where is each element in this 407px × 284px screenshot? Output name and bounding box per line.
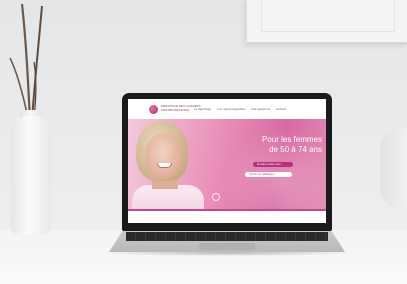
site-nav-links: Le dépistage Les mammographies Vos quest… [194, 107, 286, 111]
nav-link-questions[interactable]: Vos questions [251, 107, 270, 111]
site-logo-icon [149, 105, 158, 114]
hero-title-line-1: Pour les femmes [261, 135, 322, 144]
nav-link-mammographies[interactable]: Les mammographies [217, 107, 245, 111]
vase [11, 116, 51, 234]
scroll-circle-icon[interactable] [212, 193, 220, 201]
picture-frame [245, 0, 407, 45]
hero-portrait [128, 119, 208, 209]
hero-title-line-2: de 50 à 74 ans [269, 145, 322, 154]
nav-link-contact[interactable]: Contact [276, 107, 286, 111]
laptop-screen: DÉPISTAGE DES CANCERS CENTRE RÉGIONAL Le… [128, 99, 326, 223]
secondary-cta-button[interactable]: Trouver un radiologue › [245, 172, 292, 177]
picture-frame-mat [261, 0, 395, 32]
footer-accent-line [128, 209, 326, 211]
hero-title: Pour les femmes de 50 à 74 ans [226, 135, 322, 155]
laptop-touchpad [199, 243, 255, 250]
site-footer [128, 209, 326, 223]
site-navbar: DÉPISTAGE DES CANCERS CENTRE RÉGIONAL Le… [128, 99, 326, 119]
round-vase [380, 128, 407, 208]
primary-cta-button[interactable]: Prendre rendez-vous › [253, 162, 293, 167]
laptop-keyboard [126, 232, 328, 241]
portrait-face [146, 133, 182, 179]
photo-scene: DÉPISTAGE DES CANCERS CENTRE RÉGIONAL Le… [0, 0, 407, 284]
nav-link-depistage[interactable]: Le dépistage [194, 107, 211, 111]
